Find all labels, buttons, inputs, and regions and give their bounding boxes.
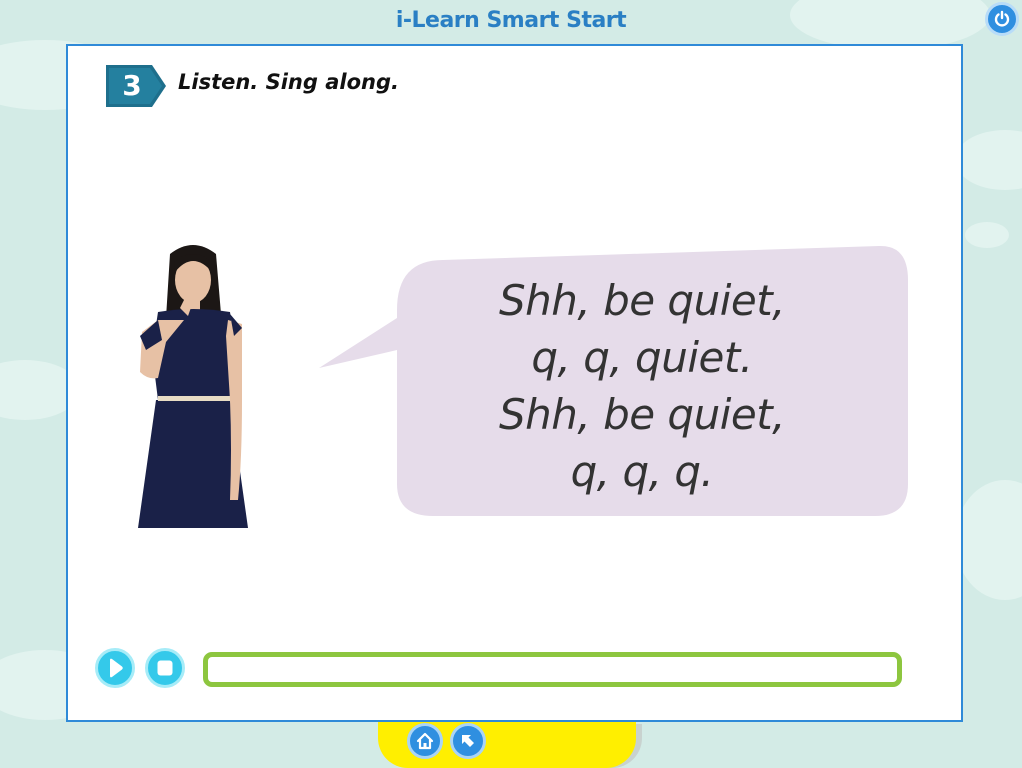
back-arrow-icon: [462, 735, 474, 747]
activity-panel: 3 Listen. Sing along. Shh, be quiet, q, …: [66, 44, 963, 722]
lyric-line: Shh, be quiet,: [498, 390, 786, 439]
song-lyrics: Shh, be quiet, q, q, quiet. Shh, be quie…: [376, 272, 908, 500]
background-cloud: [965, 222, 1009, 248]
background-cloud: [955, 480, 1022, 600]
lyric-line: Shh, be quiet,: [498, 276, 786, 325]
app-title: i-Learn Smart Start: [395, 8, 627, 33]
instruction-text: Listen. Sing along.: [178, 70, 399, 94]
task-number: 3: [122, 69, 142, 102]
home-button[interactable]: [407, 723, 443, 759]
lyric-line: q, q, quiet.: [531, 333, 753, 382]
stop-button[interactable]: [145, 648, 185, 688]
play-button[interactable]: [95, 648, 135, 688]
power-button[interactable]: [985, 2, 1019, 36]
audio-progress-bar[interactable]: [203, 652, 902, 687]
power-icon: [994, 10, 1010, 27]
play-icon: [110, 658, 123, 678]
singer-photo: [138, 245, 248, 528]
lyric-line: q, q, q.: [570, 447, 714, 496]
back-button[interactable]: [450, 723, 486, 759]
stop-icon: [157, 660, 173, 676]
background-cloud: [955, 130, 1022, 190]
home-icon: [416, 732, 434, 750]
